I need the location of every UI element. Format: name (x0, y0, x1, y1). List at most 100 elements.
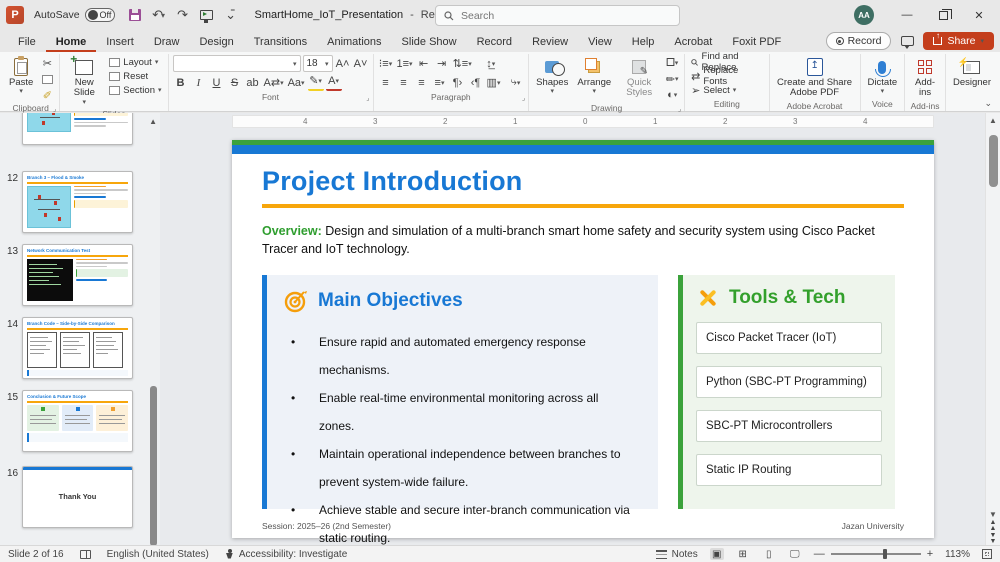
tool-card[interactable]: Cisco Packet Tracer (IoT) (696, 322, 882, 354)
notes-toggle[interactable]: Notes (655, 549, 698, 560)
format-painter-button[interactable]: ✐ (39, 87, 55, 103)
strikethrough-button[interactable]: S (227, 75, 243, 91)
align-left-button[interactable]: ≡ (378, 75, 394, 91)
align-center-button[interactable]: ≡ (396, 75, 412, 91)
text-direction-button[interactable]: ↕̲ ▾ (483, 56, 499, 72)
main-objectives-box[interactable]: Main Objectives Ensure rapid and automat… (262, 275, 658, 545)
footer-university[interactable]: Jazan University (842, 521, 904, 531)
dictate-button[interactable]: Dictate ▾ (865, 55, 901, 98)
tab-insert[interactable]: Insert (96, 33, 144, 52)
decrease-indent-button[interactable]: ⇤ (416, 56, 432, 72)
tool-card[interactable]: Static IP Routing (696, 454, 882, 486)
tab-help[interactable]: Help (622, 33, 665, 52)
save-button[interactable] (125, 5, 145, 25)
copy-button[interactable] (39, 71, 55, 87)
zoom-out-button[interactable]: — (814, 548, 825, 560)
ltr-button[interactable]: ¶› (450, 75, 466, 91)
thumbnail-slide-12[interactable]: Branch 3 – Flood & Smoke (22, 171, 133, 233)
character-spacing-button[interactable]: A⇄ ▾ (263, 75, 285, 91)
font-name-combobox[interactable]: ▾ (172, 55, 301, 72)
tools-tech-box[interactable]: Tools & Tech Cisco Packet Tracer (IoT) P… (678, 275, 895, 509)
tab-slide-show[interactable]: Slide Show (392, 33, 467, 52)
bold-button[interactable]: B (173, 75, 189, 91)
tab-review[interactable]: Review (522, 33, 578, 52)
thumbnail-scroll-up-arrow[interactable]: ▲ (149, 117, 157, 126)
cut-button[interactable]: ✂ (39, 55, 55, 71)
font-color-button[interactable]: A ▾ (325, 75, 342, 91)
autosave-toggle[interactable]: AutoSave Off (34, 8, 115, 22)
thumbnail-scrollbar-thumb[interactable] (150, 386, 157, 545)
slide-canvas[interactable]: Project Introduction Overview: Design an… (232, 140, 934, 545)
layout-button[interactable]: Layout ▾ (107, 55, 163, 69)
search-input[interactable] (461, 9, 641, 22)
bullets-button[interactable]: ⁝≡ ▾ (378, 56, 394, 72)
next-slide-button[interactable]: ▼ ▼ (986, 532, 1000, 545)
underline-button[interactable]: U (209, 75, 225, 91)
normal-view-button[interactable]: ▣ (709, 548, 724, 560)
font-dialog-launcher[interactable]: ⌟ (366, 94, 369, 102)
slide-sorter-view-button[interactable]: ⊞ (736, 548, 750, 560)
footer-session[interactable]: Session: 2025–26 (2nd Semester) (262, 521, 391, 531)
paragraph-dialog-launcher[interactable]: ⌟ (522, 94, 525, 102)
minimize-button[interactable]: — (890, 1, 924, 29)
zoom-in-button[interactable]: + (927, 548, 933, 560)
zoom-slider[interactable] (830, 549, 921, 560)
tab-view[interactable]: View (578, 33, 622, 52)
reset-button[interactable]: Reset (107, 69, 163, 83)
slide-title[interactable]: Project Introduction (262, 166, 904, 197)
change-case-button[interactable]: Aa ▾ (287, 75, 306, 91)
line-spacing-button[interactable]: ⇅≡ ▾ (452, 56, 473, 72)
undo-dropdown-icon[interactable]: ▾ (161, 11, 165, 20)
shape-effects-button[interactable]: ◐ ▾ (664, 87, 680, 103)
highlight-color-button[interactable]: ✎ ▾ (307, 75, 324, 91)
create-share-pdf-button[interactable]: Create and Share Adobe PDF (774, 55, 856, 101)
text-shadow-button[interactable]: ab (245, 75, 261, 91)
notes-button-left[interactable] (79, 549, 91, 559)
increase-font-size-button[interactable]: A˄ (335, 56, 351, 72)
undo-button[interactable]: ↶ ▾ (149, 5, 169, 25)
tab-design[interactable]: Design (189, 33, 243, 52)
replace-fonts-button[interactable]: ⇄ Replace Fonts (689, 65, 764, 87)
columns-button[interactable]: ▥ ▾ (486, 75, 502, 91)
tool-card[interactable]: SBC-PT Microcontrollers (696, 410, 882, 442)
tab-record[interactable]: Record (467, 33, 522, 52)
language-indicator[interactable]: English (United States) (107, 549, 209, 560)
tab-foxit-pdf[interactable]: Foxit PDF (722, 33, 791, 52)
collapse-ribbon-button[interactable]: ⌄ (984, 98, 992, 109)
customize-qat-button[interactable]: ⌄̄ (221, 5, 241, 25)
shape-fill-button[interactable]: 🞐 ▾ (664, 55, 680, 71)
designer-button[interactable]: Designer (950, 55, 994, 90)
tool-card[interactable]: Python (SBC-PT Programming) (696, 366, 882, 398)
thumbnail-slide-14[interactable]: Branch Code – Side-by-Side Comparison (22, 317, 133, 379)
drawing-dialog-launcher[interactable]: ⌟ (678, 105, 681, 113)
fit-slide-to-window-button[interactable] (982, 549, 992, 559)
tab-draw[interactable]: Draw (144, 33, 190, 52)
thumbnail-slide-15[interactable]: Conclusion & Future Scope (22, 390, 133, 452)
reading-view-button[interactable]: ▯ (762, 548, 776, 560)
start-slideshow-button[interactable] (197, 5, 217, 25)
new-slide-button[interactable]: New Slide ▾ (64, 53, 104, 109)
redo-button[interactable]: ↷ (173, 5, 193, 25)
slide-indicator[interactable]: Slide 2 of 16 (8, 549, 64, 560)
tab-home[interactable]: Home (45, 33, 97, 52)
previous-slide-button[interactable]: ▲ ▲ (986, 519, 1000, 532)
thumbnail-slide-16[interactable]: Thank You (22, 466, 133, 528)
tab-file[interactable]: File (8, 33, 46, 52)
tab-acrobat[interactable]: Acrobat (664, 33, 722, 52)
shape-outline-button[interactable]: ✏ ▾ (664, 71, 680, 87)
close-button[interactable]: ✕ (962, 1, 996, 29)
decrease-font-size-button[interactable]: A˅ (353, 56, 369, 72)
record-button[interactable]: Record (825, 32, 892, 50)
accessibility-status[interactable]: Accessibility: Investigate (225, 548, 347, 560)
zoom-level[interactable]: 113% (945, 549, 970, 560)
convert-smartart-button[interactable]: ⤷ ▾ (508, 75, 524, 91)
account-avatar[interactable]: AA (854, 5, 874, 25)
font-size-combobox[interactable]: 18 ▾ (302, 55, 333, 72)
shapes-button[interactable]: Shapes ▾ (533, 55, 571, 98)
justify-button[interactable]: ≡ ▾ (432, 75, 448, 91)
addins-button[interactable]: Add-ins (909, 55, 941, 101)
clipboard-dialog-launcher[interactable]: ⌟ (53, 105, 56, 113)
section-button[interactable]: Section ▾ (107, 83, 163, 97)
overview-text[interactable]: Overview: Design and simulation of a mul… (262, 222, 904, 260)
align-right-button[interactable]: ≡ (414, 75, 430, 91)
